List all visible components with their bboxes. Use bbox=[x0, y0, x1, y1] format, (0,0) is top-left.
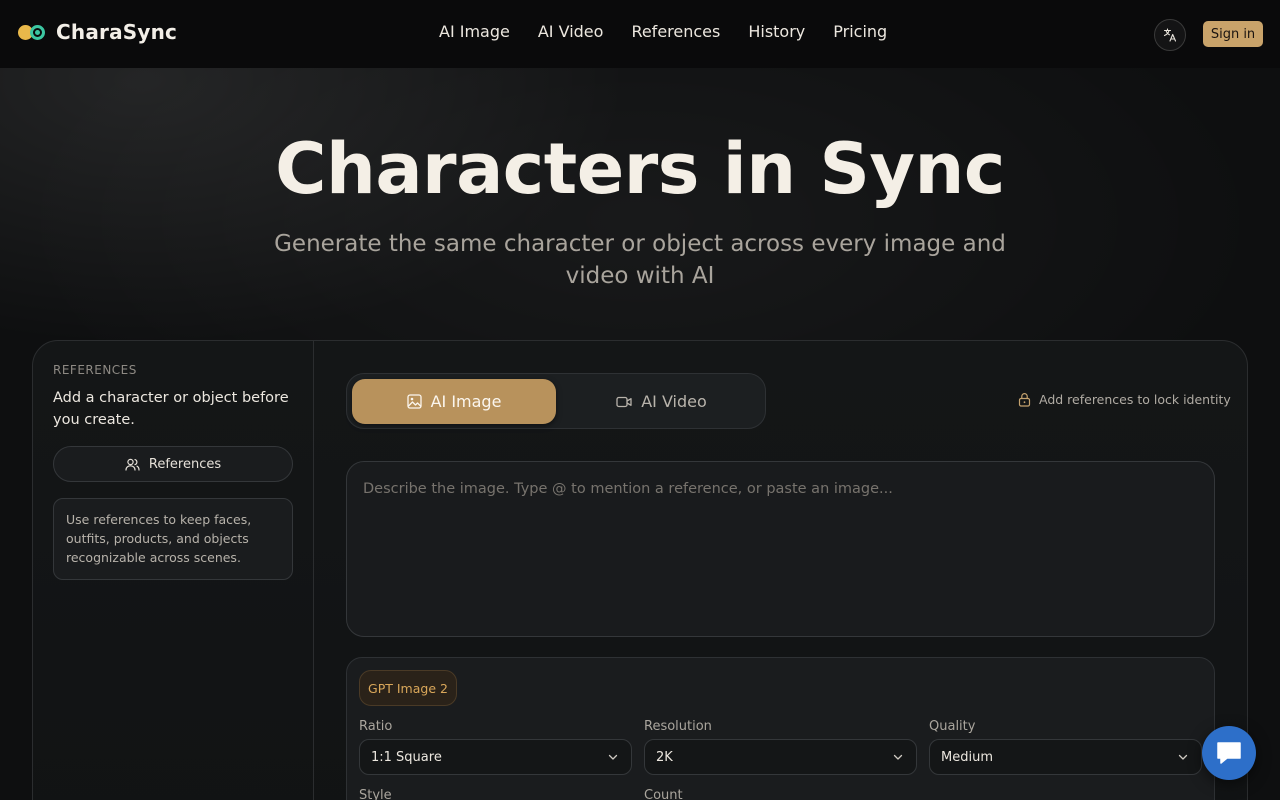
mode-tabs: AI Image AI Video bbox=[346, 373, 766, 429]
tab-ai-video-label: AI Video bbox=[641, 392, 707, 411]
nav-pricing[interactable]: Pricing bbox=[833, 22, 887, 41]
chevron-down-icon bbox=[1178, 754, 1188, 760]
quality-label: Quality bbox=[929, 719, 976, 734]
resolution-select[interactable]: 2K bbox=[644, 739, 917, 775]
video-camera-icon bbox=[616, 396, 632, 407]
top-navbar: CharaSync AI Image AI Video References H… bbox=[0, 0, 1280, 68]
references-info-note: Use references to keep faces, outfits, p… bbox=[53, 498, 293, 580]
nav-history[interactable]: History bbox=[748, 22, 805, 41]
translate-icon bbox=[1163, 28, 1177, 42]
tab-ai-image[interactable]: AI Image bbox=[352, 379, 556, 424]
chevron-down-icon bbox=[608, 754, 618, 760]
ratio-select-value: 1:1 Square bbox=[371, 749, 442, 765]
quality-select-value: Medium bbox=[941, 749, 993, 765]
references-button[interactable]: References bbox=[53, 446, 293, 482]
hero-title: Characters in Sync bbox=[275, 128, 1005, 210]
sign-in-button[interactable]: Sign in bbox=[1203, 21, 1263, 47]
references-sidebar: REFERENCES Add a character or object bef… bbox=[33, 341, 314, 800]
generation-settings bbox=[346, 657, 1215, 800]
sidebar-title: Add a character or object before you cre… bbox=[53, 390, 289, 428]
lock-identity-hint: Add references to lock identity bbox=[1018, 392, 1231, 407]
count-label: Count bbox=[644, 788, 683, 800]
users-icon bbox=[125, 458, 140, 471]
nav-ai-image[interactable]: AI Image bbox=[439, 22, 510, 41]
nav-ai-video[interactable]: AI Video bbox=[538, 22, 604, 41]
resolution-label: Resolution bbox=[644, 719, 712, 734]
resolution-select-value: 2K bbox=[656, 749, 673, 765]
prompt-input[interactable] bbox=[346, 461, 1215, 637]
language-button[interactable] bbox=[1154, 19, 1186, 51]
brand[interactable]: CharaSync bbox=[18, 20, 177, 44]
sidebar-section-label: REFERENCES bbox=[53, 363, 137, 377]
tab-ai-image-label: AI Image bbox=[430, 392, 502, 411]
lock-icon bbox=[1018, 393, 1031, 407]
chat-support-button[interactable] bbox=[1202, 726, 1256, 780]
references-button-label: References bbox=[148, 456, 222, 472]
image-icon bbox=[406, 394, 422, 409]
lock-identity-hint-text: Add references to lock identity bbox=[1039, 392, 1231, 407]
tab-ai-video[interactable]: AI Video bbox=[560, 379, 763, 424]
ratio-select[interactable]: 1:1 Square bbox=[359, 739, 632, 775]
style-label: Style bbox=[359, 788, 392, 800]
ratio-label: Ratio bbox=[359, 719, 393, 734]
brand-name: CharaSync bbox=[56, 20, 178, 44]
chevron-down-icon bbox=[893, 754, 903, 760]
hero-subtitle: Generate the same character or object ac… bbox=[274, 231, 1006, 289]
brand-logo-icon bbox=[18, 22, 47, 42]
main-nav: AI Image AI Video References History Pri… bbox=[439, 22, 887, 41]
nav-references[interactable]: References bbox=[631, 22, 720, 41]
quality-select[interactable]: Medium bbox=[929, 739, 1202, 775]
chat-bubble-icon bbox=[1217, 742, 1241, 764]
model-selector[interactable]: GPT Image 2 bbox=[359, 670, 457, 706]
